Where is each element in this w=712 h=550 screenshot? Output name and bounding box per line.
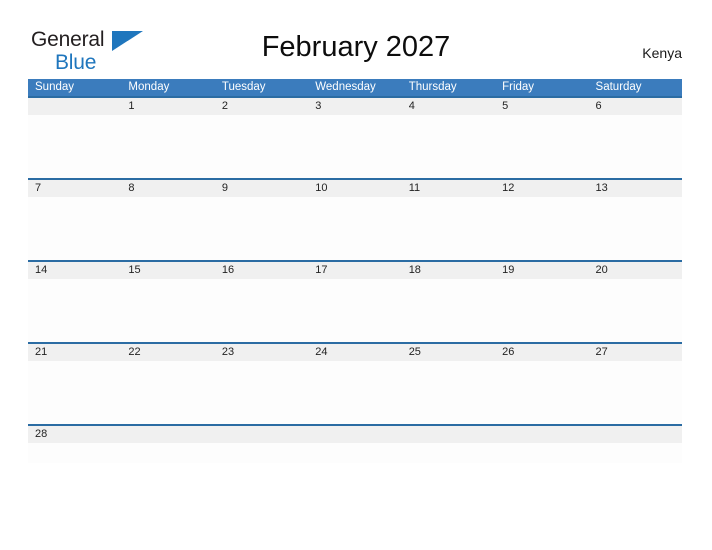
day-cell[interactable]: 14 (28, 262, 121, 279)
week-date-band: 7 8 9 10 11 12 13 (28, 180, 682, 197)
day-cell[interactable]: 1 (121, 98, 214, 115)
weekday-header-sunday: Sunday (35, 81, 75, 93)
country-label: Kenya (642, 45, 682, 61)
day-cell[interactable] (589, 426, 682, 443)
week-note-area[interactable] (28, 361, 682, 424)
day-cell[interactable]: 17 (308, 262, 401, 279)
day-cell[interactable]: 27 (589, 344, 682, 361)
week-row: 28 (28, 424, 682, 463)
day-cell[interactable]: 15 (121, 262, 214, 279)
day-cell[interactable]: 10 (308, 180, 401, 197)
day-cell[interactable]: 8 (121, 180, 214, 197)
weekday-header-tuesday: Tuesday (221, 81, 266, 93)
day-cell[interactable]: 25 (402, 344, 495, 361)
day-cell[interactable]: 11 (402, 180, 495, 197)
week-row: 7 8 9 10 11 12 13 (28, 178, 682, 260)
week-note-area[interactable] (28, 197, 682, 260)
day-cell[interactable] (495, 426, 588, 443)
day-cell[interactable]: 21 (28, 344, 121, 361)
day-cell[interactable]: 28 (28, 426, 121, 443)
day-cell[interactable]: 7 (28, 180, 121, 197)
day-cell[interactable]: 22 (121, 344, 214, 361)
day-cell[interactable] (28, 98, 121, 115)
day-cell[interactable]: 19 (495, 262, 588, 279)
day-cell[interactable] (402, 426, 495, 443)
week-row: 1 2 3 4 5 6 (28, 96, 682, 178)
weekday-header-friday: Friday (502, 81, 535, 93)
day-cell[interactable]: 2 (215, 98, 308, 115)
day-cell[interactable]: 13 (589, 180, 682, 197)
weekday-header-thursday: Thursday (408, 81, 457, 93)
day-cell[interactable]: 5 (495, 98, 588, 115)
week-row: 21 22 23 24 25 26 27 (28, 342, 682, 424)
day-cell[interactable]: 26 (495, 344, 588, 361)
day-cell[interactable]: 3 (308, 98, 401, 115)
week-note-area[interactable] (28, 443, 682, 463)
week-note-area[interactable] (28, 279, 682, 342)
day-cell[interactable]: 18 (402, 262, 495, 279)
day-cell[interactable] (308, 426, 401, 443)
weekday-header-row: Sunday Monday Tuesday Wednesday Thursday… (28, 79, 682, 96)
day-cell[interactable] (121, 426, 214, 443)
weekday-header-wednesday: Wednesday (315, 81, 376, 93)
day-cell[interactable]: 16 (215, 262, 308, 279)
page-title: February 2027 (261, 31, 451, 63)
day-cell[interactable]: 6 (589, 98, 682, 115)
week-date-band: 21 22 23 24 25 26 27 (28, 344, 682, 361)
week-note-area[interactable] (28, 115, 682, 178)
week-date-band: 14 15 16 17 18 19 20 (28, 262, 682, 279)
weekday-header-monday: Monday (128, 81, 170, 93)
week-date-band: 28 (28, 426, 682, 443)
day-cell[interactable]: 4 (402, 98, 495, 115)
day-cell[interactable]: 20 (589, 262, 682, 279)
day-cell[interactable]: 9 (215, 180, 308, 197)
day-cell[interactable]: 12 (495, 180, 588, 197)
calendar-grid: Sunday Monday Tuesday Wednesday Thursday… (28, 79, 682, 463)
page-header: General Blue February 2027 Kenya (0, 0, 712, 79)
day-cell[interactable] (215, 426, 308, 443)
weekday-header-saturday: Saturday (595, 81, 642, 93)
week-row: 14 15 16 17 18 19 20 (28, 260, 682, 342)
day-cell[interactable]: 23 (215, 344, 308, 361)
day-cell[interactable]: 24 (308, 344, 401, 361)
week-date-band: 1 2 3 4 5 6 (28, 98, 682, 115)
